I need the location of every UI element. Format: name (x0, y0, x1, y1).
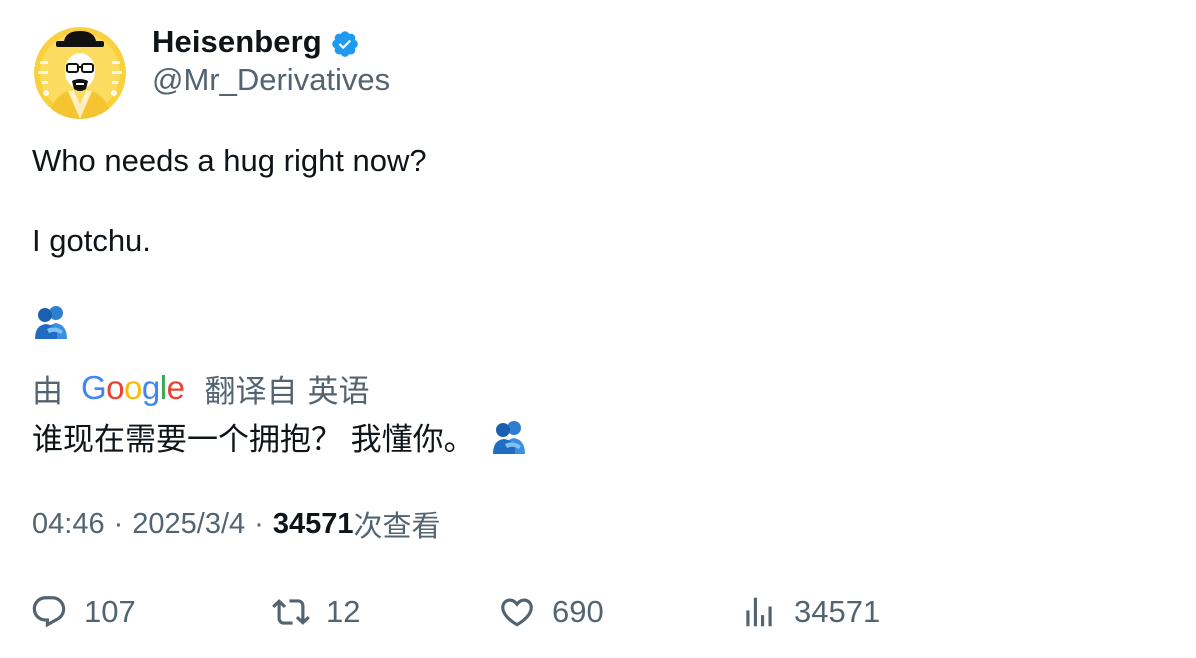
display-name-row: Heisenberg (152, 23, 360, 61)
bar-chart-icon (746, 597, 772, 627)
like-count: 690 (552, 594, 604, 629)
tweet-text-line-1: Who needs a hug right now? (32, 143, 427, 178)
people-hugging-emoji-icon (492, 421, 525, 454)
views-count: 34571 (272, 507, 354, 540)
reply-count: 107 (84, 594, 136, 629)
heart-icon (501, 598, 533, 627)
like-button[interactable]: 690 (498, 590, 604, 634)
views-button[interactable]: 34571 (740, 590, 880, 634)
reply-icon (32, 596, 66, 628)
tweet-meta: 04:46 · 2025/3/4 · 34571 次查看 (32, 505, 441, 544)
translated-from-label: 翻译自 (204, 373, 298, 409)
tweet-text-line-2: I gotchu. (32, 223, 151, 258)
translated-text-row: 谁现在需要一个拥抱？ 我懂你。 (32, 415, 527, 457)
verified-badge-icon[interactable] (330, 29, 360, 59)
tweet-actions: 107 12 690 34571 (30, 590, 1170, 634)
retweet-icon (272, 599, 310, 625)
meta-separator: · (113, 507, 124, 540)
translation-attribution: 由 Google 翻译自 英语 (32, 368, 370, 409)
display-name[interactable]: Heisenberg (152, 24, 322, 60)
tweet-date[interactable]: 2025/3/4 (132, 508, 245, 541)
author-handle[interactable]: @Mr_Derivatives (152, 62, 390, 98)
reply-button[interactable]: 107 (30, 590, 136, 634)
views-label: 次查看 (353, 511, 441, 543)
meta-separator: · (254, 507, 264, 540)
views-action-count: 34571 (794, 594, 881, 629)
avatar[interactable] (34, 27, 126, 119)
google-logo[interactable]: Google (81, 369, 185, 407)
retweet-button[interactable]: 12 (272, 590, 360, 634)
people-hugging-emoji-icon (35, 306, 67, 339)
retweet-count: 12 (326, 594, 361, 629)
source-language: 英语 (307, 373, 370, 409)
translated-text: 谁现在需要一个拥抱？ 我懂你。 (32, 421, 475, 457)
heisenberg-avatar-icon (34, 27, 126, 119)
tweet-time[interactable]: 04:46 (32, 508, 105, 541)
translation-prefix: 由 (32, 373, 63, 409)
